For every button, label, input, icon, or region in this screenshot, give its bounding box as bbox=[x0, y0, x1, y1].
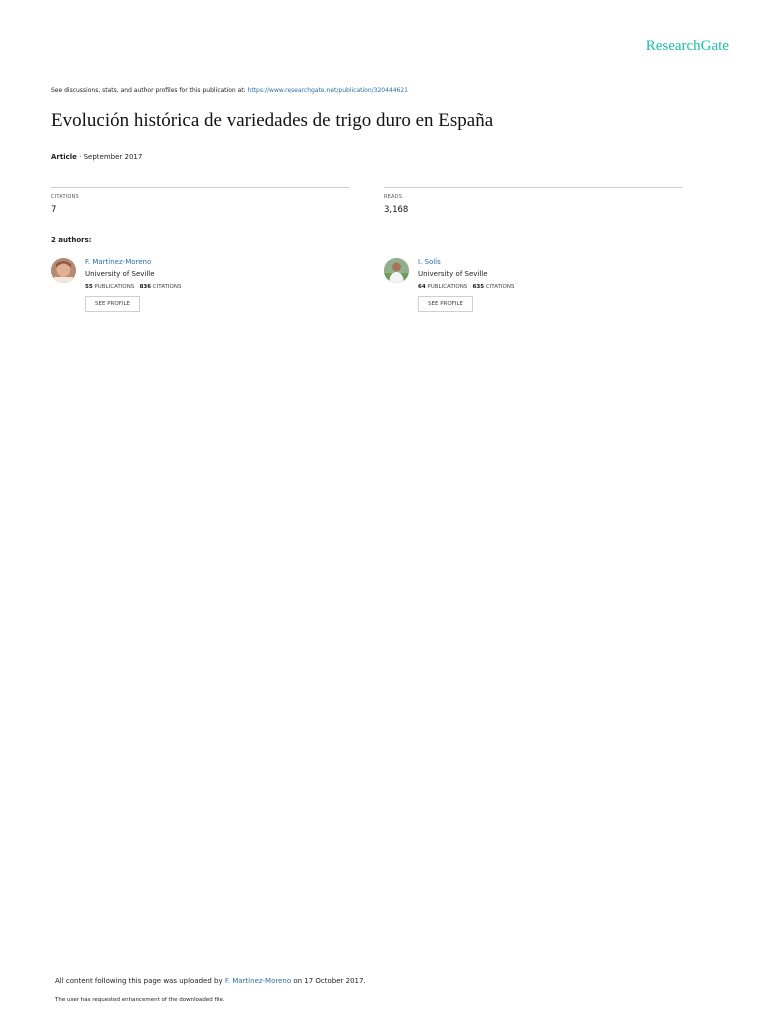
citations-value: 7 bbox=[51, 205, 57, 215]
avatar[interactable] bbox=[51, 258, 76, 283]
publications-count: 55 bbox=[85, 284, 93, 290]
author-citations-label: CITATIONS bbox=[485, 284, 515, 290]
author-citations-label: CITATIONS bbox=[152, 284, 182, 290]
reads-stat: READS 3,168 bbox=[384, 187, 683, 215]
reads-value: 3,168 bbox=[384, 205, 409, 215]
citations-stat: CITATIONS 7 bbox=[51, 187, 350, 215]
author-institution: University of Seville bbox=[85, 270, 155, 278]
reads-label: READS bbox=[384, 194, 403, 200]
publications-label: PUBLICATIONS bbox=[427, 284, 468, 290]
author-stats: 64 PUBLICATIONS 635 CITATIONS bbox=[418, 284, 514, 290]
discussion-prefix: See discussions, stats, and author profi… bbox=[51, 87, 248, 94]
author-name[interactable]: I. Solís bbox=[418, 258, 514, 266]
upload-prefix: All content following this page was uplo… bbox=[55, 977, 225, 985]
publication-link[interactable]: https://www.researchgate.net/publication… bbox=[248, 87, 408, 94]
author-name[interactable]: F. Martínez-Moreno bbox=[85, 258, 181, 266]
researchgate-logo[interactable]: ResearchGate bbox=[646, 38, 729, 55]
publication-title: Evolución histórica de variedades de tri… bbox=[51, 110, 494, 131]
upload-note: All content following this page was uplo… bbox=[55, 977, 366, 985]
discussion-line: See discussions, stats, and author profi… bbox=[51, 87, 408, 94]
author-citations-count: 635 bbox=[472, 284, 485, 290]
citations-label: CITATIONS bbox=[51, 194, 79, 200]
publication-meta: Article · September 2017 bbox=[51, 153, 142, 161]
see-profile-button[interactable]: SEE PROFILE bbox=[418, 296, 473, 312]
uploader-link[interactable]: F. Martínez-Moreno bbox=[225, 977, 291, 985]
publications-label: PUBLICATIONS bbox=[94, 284, 135, 290]
enhancement-note: The user has requested enhancement of th… bbox=[55, 997, 225, 1003]
author-citations-count: 836 bbox=[139, 284, 152, 290]
publications-count: 64 bbox=[418, 284, 426, 290]
publication-date: · September 2017 bbox=[76, 153, 143, 161]
authors-heading: 2 authors: bbox=[51, 236, 92, 244]
avatar[interactable] bbox=[384, 258, 409, 283]
publication-type: Article bbox=[51, 153, 77, 161]
author-institution: University of Seville bbox=[418, 270, 488, 278]
upload-suffix: on 17 October 2017. bbox=[291, 977, 366, 985]
author-stats: 55 PUBLICATIONS 836 CITATIONS bbox=[85, 284, 181, 290]
see-profile-button[interactable]: SEE PROFILE bbox=[85, 296, 140, 312]
